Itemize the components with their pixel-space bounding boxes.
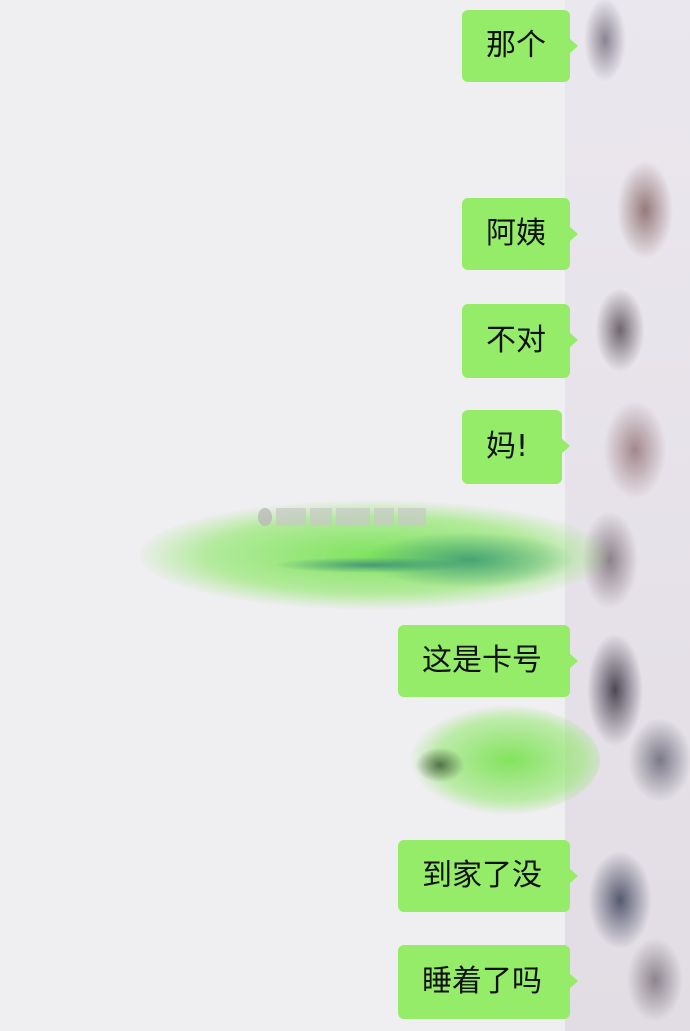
message-text: 阿姨: [486, 216, 546, 251]
redacted-message: [400, 705, 600, 815]
message-bubble[interactable]: 阿姨: [462, 198, 578, 270]
message-text: 睡着了吗: [422, 964, 542, 999]
bubble-tail: [569, 868, 578, 884]
bubble-tail: [569, 653, 578, 669]
message-text: 这是卡号: [422, 643, 542, 678]
bubble-tail: [569, 38, 578, 54]
message-bubble[interactable]: 不对: [462, 304, 578, 378]
message-bubble[interactable]: 到家了没: [398, 840, 578, 912]
bubble-tail: [569, 332, 578, 348]
message-bubble[interactable]: 睡着了吗: [398, 945, 578, 1019]
message-bubble[interactable]: 这是卡号: [398, 625, 578, 697]
redacted-mention-strip: [258, 506, 458, 528]
message-text: 不对: [486, 323, 546, 358]
avatar-column-redacted: [565, 0, 690, 1031]
message-bubble[interactable]: 那个: [462, 10, 578, 82]
message-text: 妈!: [486, 429, 529, 464]
message-text: 到家了没: [422, 858, 542, 893]
message-bubble[interactable]: 妈!: [462, 410, 570, 484]
message-text: 那个: [486, 28, 546, 63]
bubble-tail: [569, 226, 578, 242]
chat-area: 那个 阿姨 不对 妈! 这是卡号 到家了没 睡着了吗: [0, 0, 690, 1031]
bubble-tail: [569, 973, 578, 989]
bubble-tail: [561, 438, 570, 454]
